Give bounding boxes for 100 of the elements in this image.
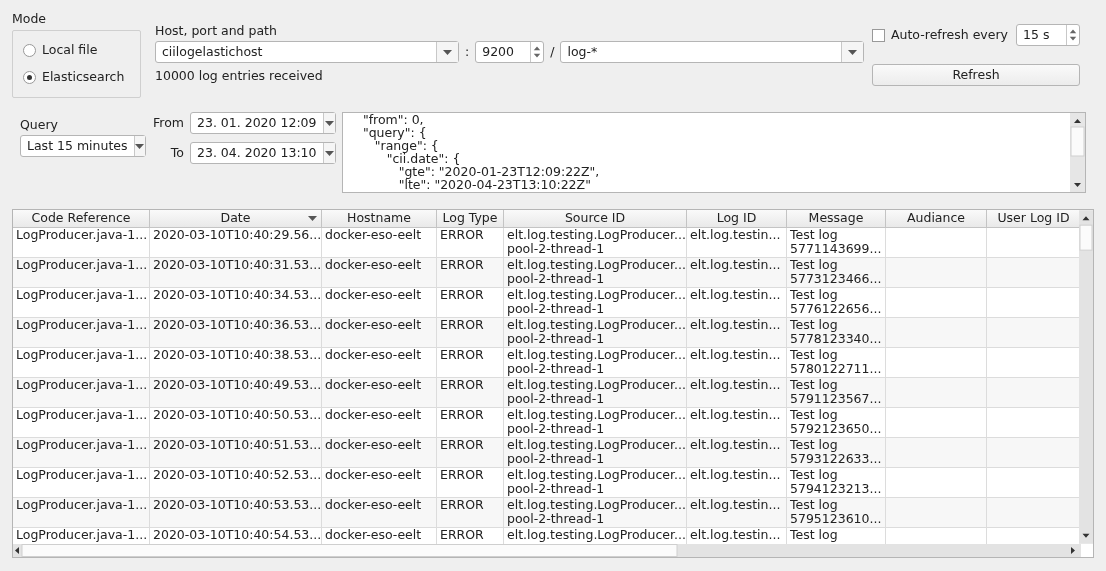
column-header[interactable]: Audiance (886, 210, 987, 227)
table-cell: 2020-03-10T10:40:49.53... (153, 378, 318, 392)
table-cell-text: ERROR (440, 498, 485, 512)
status-text: 10000 log entries received (155, 67, 324, 85)
table-cell-text: ERROR (440, 228, 485, 242)
table-cell: 2020-03-10T10:40:31.53... (153, 258, 318, 272)
table-cell-text: docker-eso-eelt (325, 408, 423, 422)
table-cell: LogProducer.java-1... (16, 348, 146, 362)
table-cell: 2020-03-10T10:40:52.53... (153, 468, 318, 482)
vertical-scrollbar[interactable] (1070, 113, 1085, 192)
caret-icon (848, 49, 858, 55)
path-separator: / (550, 42, 555, 61)
table-cell: LogProducer.java-1... (16, 288, 146, 302)
path-combo[interactable]: log-* (560, 41, 865, 63)
caret-icon (324, 150, 334, 156)
table-cell-text: elt.log.testin... (690, 528, 782, 542)
from-date-field[interactable]: 23. 01. 2020 12:09 (190, 112, 336, 134)
table-cell: LogProducer.java-1... (16, 528, 146, 542)
caret-icon (308, 216, 317, 221)
table-cell: Test log 5773123466... (790, 258, 882, 286)
table-cell: Test log 5778123340... (790, 318, 882, 346)
column-header[interactable]: Log Type (437, 210, 504, 227)
host-label: Host, port and path (155, 22, 278, 40)
column-header[interactable]: Date (150, 210, 322, 227)
mode-radio[interactable]: Elasticsearch (23, 68, 140, 87)
table-cell-text: ERROR (440, 378, 485, 392)
mode-label: Mode (12, 10, 48, 28)
table-cell: Test log 5795123610... (790, 498, 882, 526)
auto-refresh-checkbox[interactable]: Auto-refresh every (872, 25, 1008, 45)
table-cell: Test log 5780122711... (790, 348, 882, 376)
table-cell-text: ERROR (440, 348, 485, 362)
table-cell-text: elt.log.testin... (690, 288, 782, 302)
column-header[interactable]: Message (787, 210, 886, 227)
table-cell-text: docker-eso-eelt (325, 378, 423, 392)
port-spinbox[interactable]: 9200 (475, 41, 545, 63)
table-cell-text: ERROR (440, 438, 485, 452)
host-combo[interactable]: ciilogelastichost (155, 41, 459, 63)
table-cell: 2020-03-10T10:40:34.53... (153, 288, 318, 302)
table-cell-text: elt.log.testin... (690, 378, 782, 392)
table-cell-text: docker-eso-eelt (325, 438, 423, 452)
table-cell-text: ERROR (440, 258, 485, 272)
table-cell-text: ERROR (440, 528, 485, 542)
caret-icon (135, 143, 145, 149)
table-cell: Test log 5792123650... (790, 408, 882, 436)
caret-icon (324, 120, 334, 126)
table-cell: 2020-03-10T10:40:51.53... (153, 438, 318, 452)
table-cell: 2020-03-10T10:40:29.56... (153, 228, 318, 242)
table-cell: LogProducer.java-1... (16, 468, 146, 482)
table-cell: 2020-03-10T10:40:36.53... (153, 318, 318, 332)
caret-icon (443, 49, 452, 55)
table-cell-text: docker-eso-eelt (325, 348, 423, 362)
table-cell-text: elt.log.testin... (690, 498, 782, 512)
table-cell: elt.log.testing.LogProducer... (507, 528, 683, 542)
interval-spinbox[interactable]: 15 s (1016, 24, 1080, 46)
query-editor[interactable]: "from": 0, "query": { "range": { "cii.date": { "gte": "2020-01-23T12:09:22Z", "lte": "2020-04-23T13:10:22Z" (342, 112, 1086, 193)
table-cell: 2020-03-10T10:40:50.53... (153, 408, 318, 422)
table-cell-text: docker-eso-eelt (325, 498, 423, 512)
to-date-field[interactable]: 23. 04. 2020 13:10 (190, 142, 336, 164)
column-header[interactable]: Hostname (322, 210, 437, 227)
table-cell: LogProducer.java-1... (16, 318, 146, 332)
table-cell-text: ERROR (440, 408, 485, 422)
table-cell-text: elt.log.testin... (690, 348, 782, 362)
table-cell: Test log 5771143699... (790, 228, 882, 256)
table-cell-text: docker-eso-eelt (325, 288, 423, 302)
spin-arrows-icon[interactable] (1066, 25, 1079, 45)
table-cell: Test log 5776122656... (790, 288, 882, 316)
table-cell: 2020-03-10T10:40:38.53... (153, 348, 318, 362)
column-header[interactable]: Code Reference (13, 210, 150, 227)
table-cell: LogProducer.java-1... (16, 498, 146, 512)
table-cell: LogProducer.java-1... (16, 378, 146, 392)
table-cell: Test log 5793122633... (790, 438, 882, 466)
table-cell-text: ERROR (440, 468, 485, 482)
table-cell: 2020-03-10T10:40:54.53... (153, 528, 318, 542)
table-cell-text: elt.log.testin... (690, 258, 782, 272)
table-cell-text: docker-eso-eelt (325, 318, 423, 332)
vertical-scrollbar[interactable] (1079, 210, 1093, 544)
column-header[interactable]: Log ID (687, 210, 787, 227)
refresh-button[interactable]: Refresh (872, 64, 1080, 86)
port-separator: : (465, 42, 470, 61)
table-cell: Test log 5791123567... (790, 378, 882, 406)
table-cell-text: docker-eso-eelt (325, 258, 423, 272)
table-cell: LogProducer.java-1... (16, 438, 146, 452)
table-cell-text: elt.log.testin... (690, 318, 782, 332)
table-cell-text: docker-eso-eelt (325, 228, 423, 242)
table-cell-text: docker-eso-eelt (325, 528, 423, 542)
mode-radio[interactable]: Local file (23, 41, 140, 60)
from-label: From (153, 113, 185, 132)
table-cell-text: Test log (790, 528, 839, 542)
query-preset-combo[interactable]: Last 15 minutes (20, 135, 146, 157)
table-cell-text: elt.log.testin... (690, 228, 782, 242)
table-cell-text: elt.log.testin... (690, 438, 782, 452)
column-header[interactable]: Source ID (504, 210, 687, 227)
table-cell: LogProducer.java-1... (16, 228, 146, 242)
table-cell-text: ERROR (440, 318, 485, 332)
table-cell: Test log 5794123213... (790, 468, 882, 496)
table-cell-text: elt.log.testin... (690, 468, 782, 482)
table-cell: LogProducer.java-1... (16, 258, 146, 272)
query-label: Query (20, 116, 59, 134)
table-cell-text: ERROR (440, 288, 485, 302)
to-label: To (169, 143, 185, 162)
